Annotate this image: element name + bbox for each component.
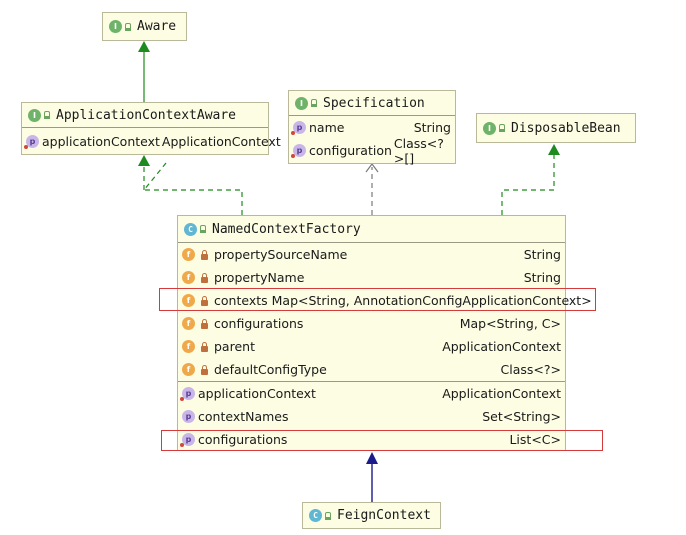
field-type: Map<String, C> bbox=[459, 316, 561, 331]
field-type: String bbox=[523, 270, 561, 285]
private-lock-icon bbox=[201, 318, 208, 329]
arrowhead-ncf bbox=[366, 452, 378, 464]
field-icon: f bbox=[182, 248, 195, 261]
application-context-aware-box[interactable]: I ApplicationContextAware p applicationC… bbox=[21, 102, 281, 155]
member-name: name bbox=[309, 120, 345, 135]
interface-icon: I bbox=[109, 20, 122, 33]
property-name: contextNames bbox=[198, 409, 289, 424]
configurations-highlight-box bbox=[161, 430, 603, 451]
aware-interface-box[interactable]: I Aware bbox=[102, 12, 187, 41]
field-icon: f bbox=[182, 271, 195, 284]
field-icon: f bbox=[182, 363, 195, 376]
class-name: Specification bbox=[323, 95, 425, 111]
property-type: ApplicationContext bbox=[442, 386, 561, 401]
property-icon: p bbox=[24, 134, 39, 149]
class-name: FeignContext bbox=[337, 508, 431, 523]
private-lock-icon bbox=[201, 249, 208, 260]
member-type: Class<?>[] bbox=[393, 135, 444, 166]
member-row[interactable]: p configuration Class<?>[] bbox=[289, 136, 455, 166]
field-row[interactable]: f propertySourceName String bbox=[178, 243, 565, 266]
field-row[interactable]: f defaultConfigType Class<?> bbox=[178, 358, 565, 381]
field-name: propertySourceName bbox=[214, 247, 348, 262]
field-type: String bbox=[523, 247, 561, 262]
arrowhead-aware bbox=[138, 41, 150, 52]
arrowhead-aca bbox=[138, 155, 150, 166]
class-name: Aware bbox=[137, 19, 177, 34]
interface-icon: I bbox=[28, 108, 41, 122]
field-icon: f bbox=[182, 340, 195, 353]
field-icon: f bbox=[182, 317, 195, 330]
private-lock-icon bbox=[201, 272, 208, 283]
field-row[interactable]: f propertyName String bbox=[178, 266, 565, 289]
property-icon: p bbox=[291, 121, 306, 135]
interface-icon: I bbox=[295, 96, 308, 110]
field-row[interactable]: f parent ApplicationContext bbox=[178, 335, 565, 358]
member-type: ApplicationContext bbox=[161, 133, 281, 149]
field-name: configurations bbox=[214, 316, 304, 331]
arrow-ncf-to-db bbox=[501, 155, 555, 215]
feign-context-class-box[interactable]: C FeignContext bbox=[302, 502, 441, 529]
arrow-ncf-to-aca bbox=[142, 162, 243, 215]
specification-interface-box[interactable]: I Specification p name String p configur… bbox=[288, 90, 456, 166]
property-row[interactable]: p applicationContext ApplicationContext bbox=[178, 382, 565, 405]
member-name: configuration bbox=[309, 143, 392, 158]
arrowhead-db bbox=[548, 144, 560, 155]
class-name: NamedContextFactory bbox=[212, 221, 361, 237]
property-row[interactable]: p contextNames Set<String> bbox=[178, 405, 565, 428]
disposable-bean-interface-box[interactable]: I DisposableBean bbox=[476, 113, 636, 143]
field-name: propertyName bbox=[214, 270, 305, 285]
package-visibility-icon bbox=[44, 111, 50, 119]
package-visibility-icon bbox=[499, 124, 505, 132]
package-visibility-icon bbox=[125, 22, 131, 31]
field-type: Class<?> bbox=[500, 362, 561, 377]
package-visibility-icon bbox=[311, 99, 317, 107]
package-visibility-icon bbox=[200, 225, 206, 233]
class-name: ApplicationContextAware bbox=[56, 107, 237, 123]
contexts-highlight-box bbox=[159, 288, 596, 311]
field-name: defaultConfigType bbox=[214, 362, 327, 377]
member-type: String bbox=[413, 120, 451, 135]
property-type: Set<String> bbox=[482, 409, 561, 424]
member-name: applicationContext bbox=[42, 133, 160, 149]
field-name: parent bbox=[214, 339, 255, 354]
member-row[interactable]: p applicationContext ApplicationContext bbox=[22, 128, 281, 154]
field-row[interactable]: f configurations Map<String, C> bbox=[178, 312, 565, 335]
named-context-factory-class-box[interactable]: C NamedContextFactory f propertySourceNa… bbox=[177, 215, 592, 451]
private-lock-icon bbox=[201, 341, 208, 352]
interface-icon: I bbox=[483, 121, 496, 135]
class-icon: C bbox=[184, 222, 197, 236]
package-visibility-icon bbox=[325, 511, 331, 520]
class-name: DisposableBean bbox=[511, 120, 621, 136]
class-icon: C bbox=[309, 509, 322, 522]
property-icon: p bbox=[182, 410, 195, 423]
property-icon: p bbox=[180, 387, 195, 401]
property-icon: p bbox=[291, 144, 306, 158]
property-name: applicationContext bbox=[198, 386, 316, 401]
field-type: ApplicationContext bbox=[442, 339, 561, 354]
private-lock-icon bbox=[201, 364, 208, 375]
